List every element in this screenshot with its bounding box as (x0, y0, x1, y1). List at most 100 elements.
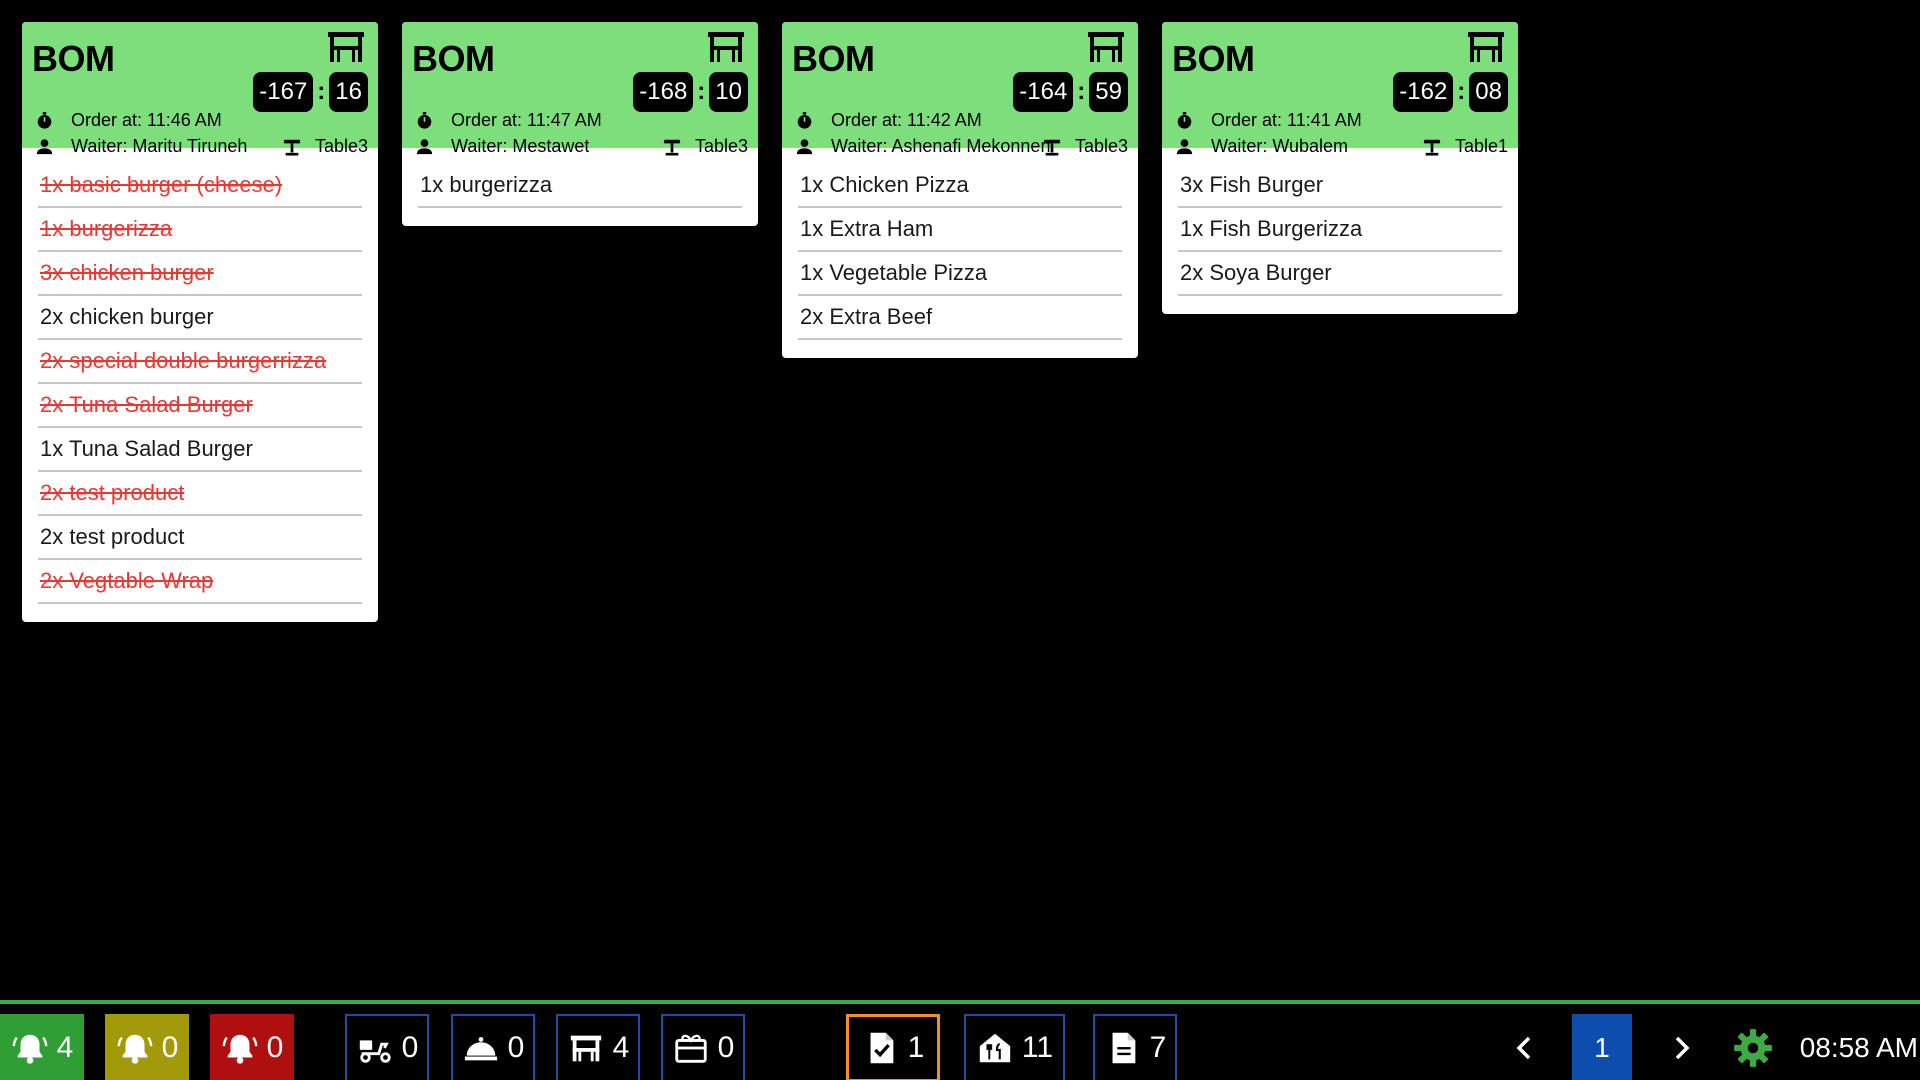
order-time: Order at: 11:41 AM (1211, 110, 1362, 130)
order-item[interactable]: 1x Vegetable Pizza (798, 252, 1122, 296)
order-item[interactable]: 2x Soya Burger (1178, 252, 1502, 296)
waiter-row: Waiter: Maritu Tiruneh (36, 136, 247, 157)
chevron-right-icon (1675, 1036, 1690, 1060)
waiter-name: Waiter: Wubalem (1211, 136, 1349, 156)
timer-minutes: -164 (1013, 72, 1074, 112)
bottom-toolbar: 4 0 0 0 0 4 0 1 11 7 1 08:58 AM (0, 1000, 1920, 1080)
order-items-list: 1x burgerizza (402, 148, 758, 226)
bell-ring-icon (222, 1034, 257, 1064)
delivery-count: 0 (401, 1031, 419, 1064)
order-title: BOM (792, 38, 875, 79)
table-label: Table1 (1423, 136, 1508, 157)
dining-table-icon (708, 32, 744, 62)
order-items-list: 1x Chicken Pizza 1x Extra Ham 1x Vegetable… (782, 148, 1138, 358)
order-item[interactable]: 1x burgerizza (418, 164, 742, 208)
late-orders-bell-count: 0 (266, 1031, 284, 1064)
order-item-done[interactable]: 2x test product (38, 472, 362, 516)
order-item-done[interactable]: 1x burgerizza (38, 208, 362, 252)
waiter-row: Waiter: Ashenafi Mekonnen (796, 136, 1050, 157)
order-time-row: Order at: 11:41 AM (1176, 110, 1362, 131)
chevron-left-icon (1516, 1036, 1531, 1060)
person-icon (796, 139, 813, 155)
bell-ring-icon (117, 1034, 152, 1064)
stopwatch-icon (797, 112, 812, 129)
kitchen-orders-button[interactable]: 11 (964, 1014, 1065, 1080)
timer-seconds: 16 (329, 72, 368, 112)
timer-minutes: -168 (633, 72, 694, 112)
dine-in-filter-button[interactable]: 4 (556, 1014, 640, 1080)
takeaway-count: 0 (507, 1031, 525, 1064)
kitchen-orders-count: 11 (1021, 1031, 1054, 1064)
order-item-done[interactable]: 3x chicken burger (38, 252, 362, 296)
bell-ring-icon (12, 1034, 47, 1064)
order-title: BOM (32, 38, 115, 79)
round-table-icon (663, 139, 681, 156)
order-item[interactable]: 3x Fish Burger (1178, 164, 1502, 208)
order-item[interactable]: 1x Tuna Salad Burger (38, 428, 362, 472)
order-item-done[interactable]: 2x Tuna Salad Burger (38, 384, 362, 428)
order-item[interactable]: 2x chicken burger (38, 296, 362, 340)
table-name: Table1 (1454, 136, 1508, 156)
order-item-done[interactable]: 2x special double burgerrizza (38, 340, 362, 384)
new-orders-bell-button[interactable]: 4 (0, 1014, 84, 1080)
order-card[interactable]: BOM Order at: 11:41 AM Waiter: Wubalem -… (1162, 22, 1518, 314)
order-item-done[interactable]: 2x Vegtable Wrap (38, 560, 362, 604)
timer-seconds: 08 (1469, 72, 1508, 112)
clock: 08:58 AM (1799, 1032, 1918, 1063)
order-card[interactable]: BOM Order at: 11:46 AM Waiter: Maritu Ti… (22, 22, 378, 622)
order-title: BOM (412, 38, 495, 79)
order-item[interactable]: 1x Fish Burgerizza (1178, 208, 1502, 252)
round-table-icon (1423, 139, 1441, 156)
timer-seconds: 59 (1089, 72, 1128, 112)
waiter-row: Waiter: Wubalem (1176, 136, 1348, 157)
warning-orders-bell-count: 0 (161, 1031, 179, 1064)
order-time: Order at: 11:42 AM (831, 110, 982, 130)
timer-seconds: 10 (709, 72, 748, 112)
order-card[interactable]: BOM Order at: 11:42 AM Waiter: Ashenafi … (782, 22, 1138, 358)
order-card-header: BOM Order at: 11:41 AM Waiter: Wubalem -… (1162, 22, 1518, 156)
delivery-filter-button[interactable]: 0 (345, 1014, 429, 1080)
order-time-row: Order at: 11:42 AM (796, 110, 982, 131)
documents-count: 7 (1149, 1031, 1167, 1064)
order-items-list: 1x basic burger (cheese) 1x burgerizza 3x … (22, 148, 378, 622)
cloche-icon (464, 1037, 497, 1061)
order-item[interactable]: 1x Chicken Pizza (798, 164, 1122, 208)
table-label: Table3 (1043, 136, 1128, 157)
stopwatch-icon (37, 112, 52, 129)
dining-table-icon (1468, 32, 1504, 62)
table-name: Table3 (694, 136, 748, 156)
next-page-button[interactable] (1661, 1014, 1701, 1080)
order-card-header: BOM Order at: 11:47 AM Waiter: Mestawet … (402, 22, 758, 156)
takeaway-filter-button[interactable]: 0 (451, 1014, 535, 1080)
completed-orders-button[interactable]: 1 (846, 1014, 940, 1080)
stopwatch-icon (1177, 112, 1192, 129)
order-item[interactable]: 2x Extra Beef (798, 296, 1122, 340)
order-card[interactable]: BOM Order at: 11:47 AM Waiter: Mestawet … (402, 22, 758, 226)
waiter-name: Waiter: Ashenafi Mekonnen (831, 136, 1051, 156)
previous-page-button[interactable] (1505, 1014, 1545, 1080)
late-orders-bell-button[interactable]: 0 (210, 1014, 294, 1080)
timer-separator: : (697, 78, 706, 105)
timer-separator: : (1077, 78, 1086, 105)
order-time: Order at: 11:47 AM (451, 110, 602, 130)
gift-box-icon (674, 1034, 707, 1063)
kitchen-display-screen: BOM Order at: 11:46 AM Waiter: Maritu Ti… (0, 0, 1920, 1080)
settings-button[interactable] (1731, 1014, 1775, 1080)
checked-document-icon (870, 1032, 894, 1064)
order-item-done[interactable]: 1x basic burger (cheese) (38, 164, 362, 208)
dine-in-count: 4 (612, 1031, 630, 1064)
person-icon (1176, 139, 1193, 155)
order-time-row: Order at: 11:47 AM (416, 110, 602, 131)
documents-button[interactable]: 7 (1093, 1014, 1177, 1080)
catering-filter-button[interactable]: 0 (661, 1014, 745, 1080)
order-item[interactable]: 1x Extra Ham (798, 208, 1122, 252)
elapsed-timer: -167 : 16 (253, 72, 368, 112)
catering-count: 0 (717, 1031, 735, 1064)
warning-orders-bell-button[interactable]: 0 (105, 1014, 189, 1080)
elapsed-timer: -168 : 10 (633, 72, 748, 112)
current-page-indicator: 1 (1572, 1014, 1632, 1080)
dining-table-icon (1088, 32, 1124, 62)
order-item[interactable]: 2x test product (38, 516, 362, 560)
person-icon (416, 139, 433, 155)
table-name: Table3 (1074, 136, 1128, 156)
